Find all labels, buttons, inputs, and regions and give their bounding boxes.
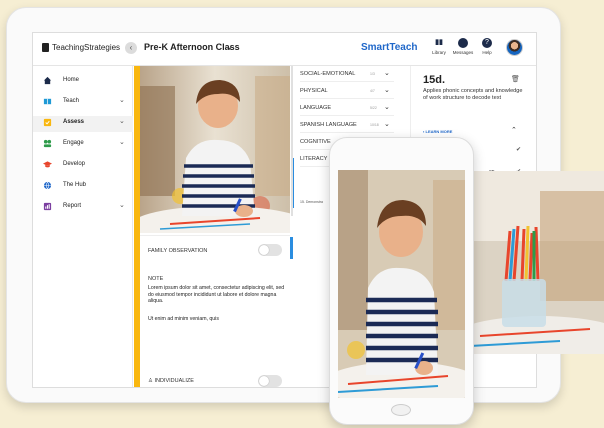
messages-button[interactable]: ● Messages xyxy=(451,38,475,55)
chevron-down-icon: ⌄ xyxy=(384,121,390,128)
note-title: NOTE xyxy=(148,276,164,282)
domain-label: SOCIAL-EMOTIONAL xyxy=(300,71,356,77)
assess-icon xyxy=(43,118,52,127)
engage-icon xyxy=(43,139,52,148)
library-label: Library xyxy=(432,50,446,55)
sidebar-item-label: The Hub xyxy=(63,182,87,188)
learn-more-link[interactable]: ▪ LEARN MORE xyxy=(423,129,452,134)
family-observation-row: FAMILY OBSERVATION xyxy=(140,235,290,265)
sidebar: Home Teach ⌄ Assess ⌄ Engage ⌄ Develop T… xyxy=(33,66,133,387)
trash-icon[interactable]: 🗑 xyxy=(511,75,520,83)
domain-count: 5/22 xyxy=(370,106,377,110)
avatar[interactable] xyxy=(506,39,523,56)
chevron-down-icon: ⌄ xyxy=(384,104,390,111)
note-body-continued: Ut enim ad minim veniam, quis xyxy=(148,316,219,322)
back-button[interactable]: ‹ xyxy=(125,42,137,54)
sidebar-item-label: Develop xyxy=(63,161,86,167)
background-photo xyxy=(470,171,604,354)
chevron-up-icon[interactable]: ⌃ xyxy=(511,126,517,134)
domain-social-emotional[interactable]: SOCIAL-EMOTIONAL 1/3 ⌄ xyxy=(300,68,394,82)
chevron-down-icon[interactable]: ⌄ xyxy=(119,96,125,104)
globe-icon xyxy=(43,181,52,190)
sidebar-item-home[interactable]: Home xyxy=(33,74,133,90)
home-icon xyxy=(43,76,52,85)
objective-code: 15d. xyxy=(423,74,446,86)
family-observation-label: FAMILY OBSERVATION xyxy=(148,248,208,254)
book-icon xyxy=(43,98,52,105)
messages-label: Messages xyxy=(452,50,474,55)
chevron-down-icon[interactable]: ⌄ xyxy=(226,41,234,52)
individualize-row: ♙ INDIVIDUALIZE xyxy=(148,378,194,384)
child-icon: ♙ xyxy=(148,378,153,384)
domain-label: PHYSICAL xyxy=(300,88,328,94)
sidebar-item-label: Assess xyxy=(63,119,85,125)
child-drawing-photo xyxy=(140,66,290,233)
help-label: Help xyxy=(482,50,492,55)
logo-text: TeachingStrategies xyxy=(52,43,121,52)
domain-spanish-language[interactable]: SPANISH LANGUAGE 10/18 ⌄ xyxy=(300,119,394,133)
report-icon xyxy=(43,202,52,211)
phone-device xyxy=(329,137,474,425)
observation-photo[interactable] xyxy=(140,66,290,233)
messages-icon: ● xyxy=(458,38,468,48)
chevron-down-icon: ⌄ xyxy=(384,70,390,77)
top-bar: TeachingStrategies ‹ Pre-K Afternoon Cla… xyxy=(33,33,536,66)
help-button[interactable]: ? Help xyxy=(475,38,499,55)
domain-label: LANGUAGE xyxy=(300,105,332,111)
individualize-label: INDIVIDUALIZE xyxy=(154,378,194,384)
individualize-toggle[interactable] xyxy=(258,375,282,387)
chevron-down-icon[interactable]: ⌄ xyxy=(119,138,125,146)
domain-count: 4/7 xyxy=(370,89,375,93)
domain-language[interactable]: LANGUAGE 5/22 ⌄ xyxy=(300,102,394,116)
domain-physical[interactable]: PHYSICAL 4/7 ⌄ xyxy=(300,85,394,99)
note-body: Lorem ipsum dolor sit amet, consectetur … xyxy=(148,285,285,304)
help-icon: ? xyxy=(482,38,492,48)
domain-count: 10/18 xyxy=(370,123,379,127)
chevron-down-icon[interactable]: ⌄ xyxy=(119,117,125,125)
sidebar-item-develop[interactable]: Develop xyxy=(33,158,133,174)
sidebar-item-engage[interactable]: Engage ⌄ xyxy=(33,137,133,153)
pencil-cup-photo xyxy=(470,171,604,354)
phone-screen xyxy=(338,170,465,398)
sidebar-item-label: Engage xyxy=(63,140,84,146)
objective-snippet: 15. Demonstra xyxy=(300,200,323,204)
family-observation-toggle[interactable] xyxy=(258,244,282,256)
sidebar-item-assess[interactable]: Assess ⌄ xyxy=(33,116,133,132)
objective-description: Applies phonic concepts and knowledge of… xyxy=(423,88,523,101)
sidebar-item-label: Home xyxy=(63,77,80,83)
app-logo[interactable]: TeachingStrategies xyxy=(42,43,120,52)
sidebar-item-teach[interactable]: Teach ⌄ xyxy=(33,95,133,111)
sidebar-item-report[interactable]: Report ⌄ xyxy=(33,200,133,216)
domain-count: 1/3 xyxy=(370,72,375,76)
active-indicator xyxy=(290,237,293,259)
domain-label: SPANISH LANGUAGE xyxy=(300,122,357,128)
domain-label: COGNITIVE xyxy=(300,139,331,145)
child-drawing-photo-phone xyxy=(338,170,465,398)
brand-name: SmartTeach xyxy=(361,42,418,53)
check-icon[interactable]: ✔ xyxy=(516,146,521,153)
logo-icon xyxy=(42,43,49,52)
learn-more-label: LEARN MORE xyxy=(425,129,453,134)
library-button[interactable]: ▮▮ Library xyxy=(427,38,451,55)
sidebar-item-the-hub[interactable]: The Hub xyxy=(33,179,133,195)
graduation-cap-icon xyxy=(43,161,52,168)
phone-home-button[interactable] xyxy=(391,404,411,416)
domain-label: LITERACY xyxy=(300,156,328,162)
chevron-down-icon: ⌄ xyxy=(384,87,390,94)
sidebar-item-label: Teach xyxy=(63,98,80,104)
sidebar-item-label: Report xyxy=(63,203,82,209)
library-icon: ▮▮ xyxy=(435,39,443,46)
chevron-down-icon[interactable]: ⌄ xyxy=(119,201,125,209)
